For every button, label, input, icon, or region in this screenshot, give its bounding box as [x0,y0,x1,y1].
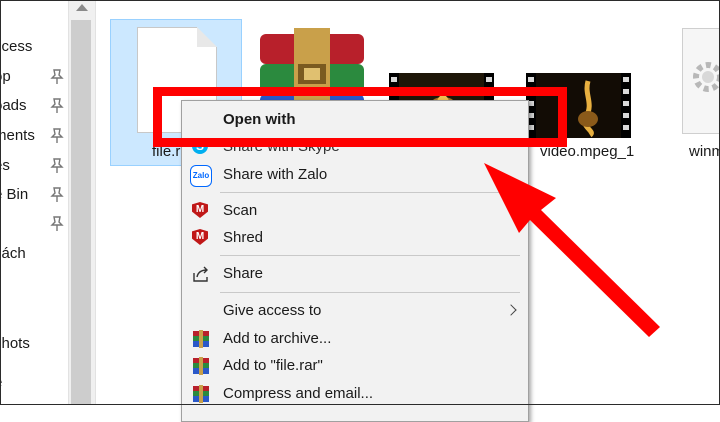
menu-item-shred[interactable]: M Shred [183,224,527,252]
nav-item-label: sách [0,245,26,262]
menu-item-add-to-file-rar[interactable]: Add to "file.rar" [183,352,527,380]
pin-icon [50,69,64,84]
nav-item-label: oads [0,97,27,114]
scroll-up-arrow-icon[interactable] [76,4,88,11]
nav-item-pictures[interactable]: es [0,155,68,177]
menu-item-label: Add to archive... [223,330,332,347]
share-icon [193,266,208,282]
nav-item-label: ccess [0,38,33,55]
pin-icon [50,128,64,143]
pin-icon [50,98,64,113]
menu-item-scan[interactable]: M Scan [183,197,527,225]
nav-item-label: e Bin [0,186,29,203]
gear-icon[interactable] [682,28,720,134]
nav-item-label: es [0,157,10,174]
menu-item-add-to-archive[interactable]: Add to archive... [183,325,527,353]
context-menu: Open with S Share with Skype Zalo Share … [181,100,529,422]
nav-item-label: op [0,68,11,85]
nav-item-label: shots [0,335,30,352]
nav-item-screenshots[interactable]: shots [0,333,68,355]
highlight-box [153,87,567,147]
scroll-thumb[interactable] [71,20,91,405]
navigation-pane: ccess op oads ments es e Bin sách shots … [0,0,68,405]
nav-item-recycle-bin[interactable]: e Bin [0,184,68,206]
nav-item-downloads[interactable]: oads [0,95,68,117]
nav-item-e[interactable]: e [0,372,68,394]
nav-item-sach[interactable]: sách [0,243,68,265]
nav-item-label: e [0,372,2,394]
menu-item-share-with-zalo[interactable]: Zalo Share with Zalo [183,161,527,189]
winrar-icon [193,330,209,348]
menu-separator [220,292,520,293]
winrar-icon [193,357,209,375]
file-name-label: winm [689,143,720,160]
menu-separator [220,255,520,256]
menu-item-compress-and-email[interactable]: Compress and email... [183,380,527,408]
menu-item-label: Shred [223,229,264,246]
menu-item-label: Scan [223,202,258,219]
menu-item-label: Share with Zalo [223,166,328,183]
nav-item-documents[interactable]: ments [0,125,68,147]
winrar-icon [193,385,209,403]
zalo-icon: Zalo [190,165,212,187]
menu-item-label: Add to "file.rar" [223,357,323,374]
pin-icon [50,158,64,173]
menu-separator [220,192,520,193]
menu-item-label: Share [223,265,264,282]
nav-item-quick-access[interactable]: ccess [0,36,68,58]
pin-icon [50,187,64,202]
menu-item-label: Compress and email... [223,385,374,402]
nav-item-desktop[interactable]: op [0,66,68,88]
sidebar-scrollbar[interactable] [68,0,96,405]
pin-icon [50,216,64,231]
menu-item-share[interactable]: Share [183,260,527,288]
nav-item-unlabeled[interactable] [0,213,68,235]
menu-item-give-access-to[interactable]: Give access to [183,297,527,325]
menu-item-label: Give access to [223,302,322,319]
nav-item-label: ments [0,127,35,144]
chevron-right-icon [505,304,517,316]
